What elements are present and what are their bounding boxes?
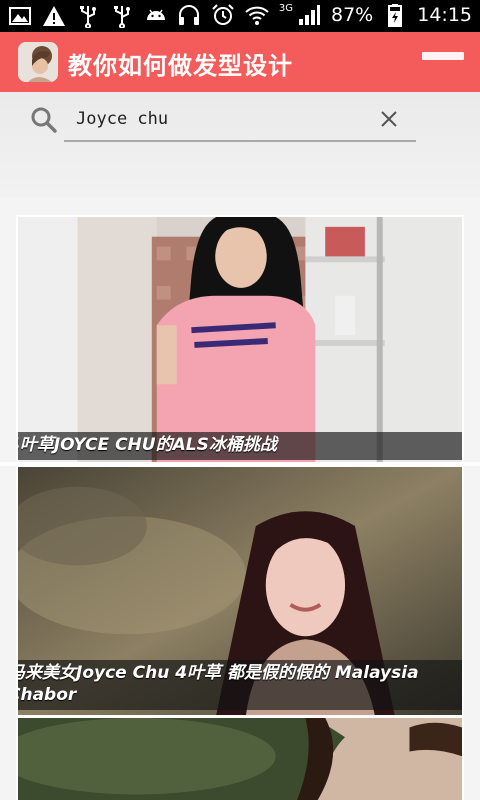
- warning-icon: [43, 6, 65, 26]
- list-divider: [0, 462, 480, 466]
- usb-icon: [80, 6, 96, 28]
- menu-icon: [422, 52, 464, 60]
- alarm-icon: [212, 4, 234, 25]
- video-card[interactable]: 4叶草JOYCE CHU的ALS冰桶挑战: [16, 215, 464, 467]
- battery-charging-icon: [388, 4, 403, 27]
- hairstyle-logo[interactable]: [18, 42, 58, 82]
- system-icons: 3G 87% 14:15: [177, 3, 472, 27]
- menu-button[interactable]: [422, 52, 464, 72]
- video-card[interactable]: [16, 716, 464, 800]
- search-underline: [64, 140, 416, 142]
- network-type: 3G: [278, 3, 293, 14]
- app-bar: 教你如何做发型设计: [0, 32, 480, 92]
- headphones-icon: [178, 5, 199, 25]
- status-bar: 3G 87% 14:15: [0, 0, 480, 32]
- girl-forest-thumbnail: [18, 718, 462, 800]
- video-title: 4叶草JOYCE CHU的ALS冰桶挑战: [18, 432, 462, 460]
- video-title: 马来美女Joyce Chu 4叶草 都是假的假的 Malaysia Chabor: [18, 660, 462, 710]
- search-bar: [0, 92, 480, 197]
- app-title: 教你如何做发型设计: [68, 51, 293, 80]
- wifi-icon: [245, 6, 269, 25]
- video-list: 4叶草JOYCE CHU的ALS冰桶挑战 马来美女Joyce Chu 4叶草 都…: [0, 197, 480, 800]
- search-input[interactable]: [76, 104, 366, 134]
- girl-pink-tshirt-thumbnail: [18, 217, 462, 465]
- notification-icons: [8, 4, 168, 28]
- image-icon: [9, 7, 31, 25]
- search-icon: [31, 107, 57, 133]
- close-icon[interactable]: [378, 108, 400, 130]
- clock: 14:15: [417, 4, 472, 26]
- signal-icon: [299, 5, 320, 25]
- android-icon: [147, 9, 165, 20]
- hairstyle-logo-image: [18, 42, 58, 82]
- battery-percent: 87%: [331, 4, 374, 26]
- usb-icon: [114, 6, 130, 28]
- video-card[interactable]: 马来美女Joyce Chu 4叶草 都是假的假的 Malaysia Chabor: [16, 465, 464, 717]
